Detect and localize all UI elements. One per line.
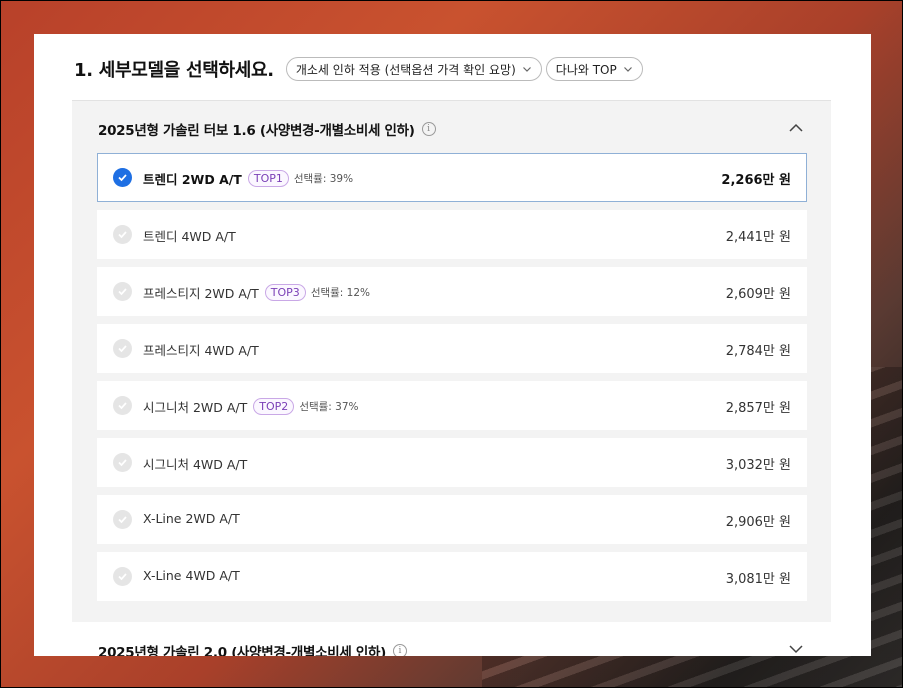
background-frame: 1. 세부모델을 선택하세요. 개소세 인하 적용 (선택옵션 가격 확인 요망… [0,0,903,688]
trim-name-wrap: X-Line 4WD A/T [143,568,240,583]
trim-name: 시그니처 2WD A/T [143,400,248,415]
check-circle-icon [113,282,132,301]
trim-name: X-Line 2WD A/T [143,511,240,526]
trim-price: 2,609만 원 [725,287,791,302]
info-icon[interactable]: i [421,122,436,136]
tax-filter-dropdown[interactable]: 개소세 인하 적용 (선택옵션 가격 확인 요망) [285,57,542,81]
chevron-down-icon [623,67,632,72]
trim-name-wrap: 프레스티지 4WD A/T [143,340,259,359]
trim-name: 트렌디 4WD A/T [143,229,236,244]
selection-rate: 선택률: 12% [310,287,371,299]
model-group-turbo-1-6: 2025년형 가솔린 터보 1.6 (사양변경-개별소비세 인하) i 트렌디 … [72,100,831,624]
section-title: 1. 세부모델을 선택하세요. [74,60,274,81]
group-header[interactable]: 2025년형 가솔린 터보 1.6 (사양변경-개별소비세 인하) i [98,119,436,139]
group-title: 2025년형 가솔린 터보 1.6 (사양변경-개별소비세 인하) [98,123,415,139]
trim-price: 2,857만 원 [725,401,791,416]
info-icon[interactable]: i [392,644,407,656]
group-header[interactable]: 2025년형 가솔린 2.0 (사양변경-개별소비세 인하) i [98,641,407,656]
trim-option[interactable]: 프레스티지 4WD A/T 2,784만 원 [97,324,807,373]
chevron-down-icon[interactable] [787,640,805,656]
trim-price: 3,081만 원 [725,572,791,587]
check-circle-icon [113,168,132,187]
trim-name-wrap: 트렌디 2WD A/T TOP1 선택률: 39% [143,169,353,188]
model-selection-panel: 1. 세부모델을 선택하세요. 개소세 인하 적용 (선택옵션 가격 확인 요망… [34,34,871,656]
trim-price: 2,784만 원 [725,344,791,359]
chevron-up-icon[interactable] [787,119,805,137]
trim-option[interactable]: 트렌디 4WD A/T 2,441만 원 [97,210,807,259]
group-title: 2025년형 가솔린 2.0 (사양변경-개별소비세 인하) [98,645,386,656]
check-circle-icon [113,567,132,586]
trim-price: 2,441만 원 [725,230,791,245]
top-badge: TOP2 [253,398,295,415]
check-circle-icon [113,453,132,472]
check-circle-icon [113,510,132,529]
sort-label: 다나와 TOP [555,62,617,77]
selection-rate: 선택률: 37% [299,401,359,413]
tax-filter-label: 개소세 인하 적용 (선택옵션 가격 확인 요망) [295,62,516,77]
trim-name-wrap: 시그니처 2WD A/T TOP2 선택률: 37% [143,397,359,416]
chevron-down-icon [522,67,531,72]
section-header: 1. 세부모델을 선택하세요. 개소세 인하 적용 (선택옵션 가격 확인 요망… [74,56,647,82]
check-circle-icon [113,396,132,415]
top-badge: TOP1 [247,170,289,187]
model-group-gasoline-2-0: 2025년형 가솔린 2.0 (사양변경-개별소비세 인하) i [72,622,831,656]
trim-price: 3,032만 원 [725,458,791,473]
trim-name: 프레스티지 2WD A/T [143,286,259,301]
trim-name-wrap: 프레스티지 2WD A/T TOP3 선택률: 12% [143,283,370,302]
trim-name: 프레스티지 4WD A/T [143,343,259,358]
trim-option[interactable]: 프레스티지 2WD A/T TOP3 선택률: 12% 2,609만 원 [97,267,807,316]
sort-dropdown[interactable]: 다나와 TOP [545,57,643,81]
check-circle-icon [113,339,132,358]
trim-name-wrap: 트렌디 4WD A/T [143,226,236,245]
trim-name: X-Line 4WD A/T [143,568,240,583]
trim-price: 2,266만 원 [721,173,791,188]
trim-name-wrap: X-Line 2WD A/T [143,511,240,526]
check-circle-icon [113,225,132,244]
top-badge: TOP3 [264,284,306,301]
trim-option[interactable]: 시그니처 4WD A/T 3,032만 원 [97,438,807,487]
trim-option[interactable]: X-Line 4WD A/T 3,081만 원 [97,552,807,601]
selection-rate: 선택률: 39% [293,173,354,185]
trim-option[interactable]: X-Line 2WD A/T 2,906만 원 [97,495,807,544]
trim-option[interactable]: 트렌디 2WD A/T TOP1 선택률: 39% 2,266만 원 [97,153,807,202]
trim-option[interactable]: 시그니처 2WD A/T TOP2 선택률: 37% 2,857만 원 [97,381,807,430]
trim-name-wrap: 시그니처 4WD A/T [143,454,247,473]
trim-name: 트렌디 2WD A/T [143,172,242,187]
trim-name: 시그니처 4WD A/T [143,457,248,472]
trim-price: 2,906만 원 [725,515,791,530]
